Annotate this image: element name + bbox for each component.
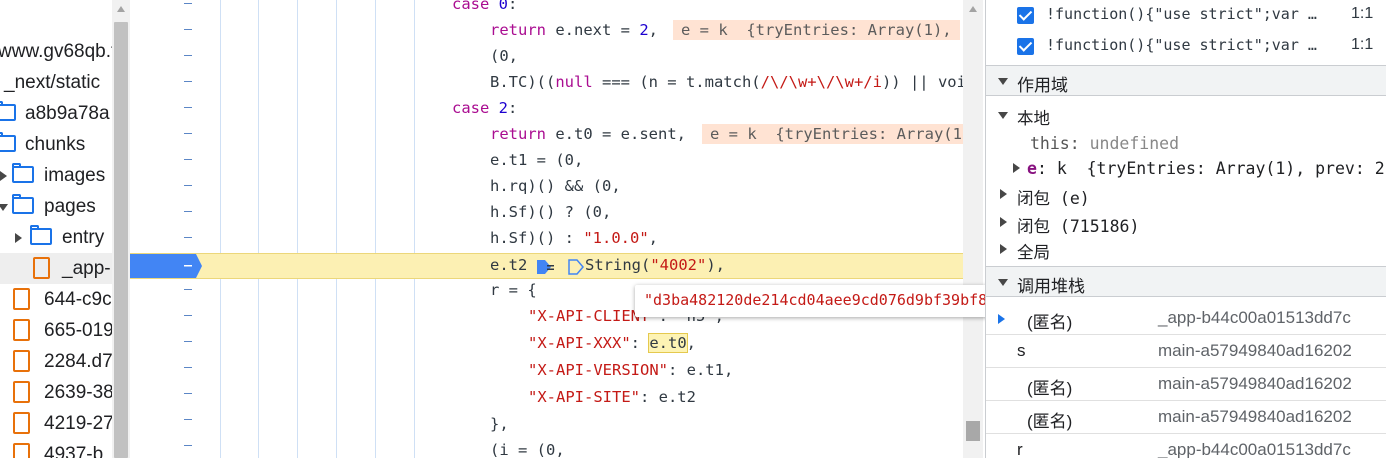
folder-icon [30,225,52,245]
code-line: h.Sf)() : "1.0.0", [490,229,658,247]
code-line: case 0: [452,0,518,13]
step-marker-icon[interactable] [536,259,590,275]
current-frame-arrow-icon [998,314,1005,324]
file-tree-scrollbar[interactable] [112,0,130,458]
expand-arrow-icon[interactable] [1000,217,1007,227]
debugger-sidebar: !function(){"use strict";var … 1:1 !func… [985,0,1386,458]
code-line: (i = (0, [490,441,565,458]
file-icon [13,288,30,310]
call-frame[interactable]: s main-a57949840ad16202 [986,335,1386,368]
folder-icon [12,163,34,183]
code-line: h.rq)() && (0, [490,177,621,195]
code-line: h.Sf)() ? (0, [490,203,612,221]
call-frame[interactable]: r _app-b44c00a01513dd7c [986,434,1386,458]
file-navigator: www.gv68qb.t _next/static a8b9a78a chunk… [0,0,113,458]
scope-var-e[interactable]: e: k {tryEntries: Array(1), prev: 2, [986,155,1386,182]
code-line: }, [490,415,509,433]
code-line: return e.t0 = e.sent, e = k {tryEntries:… [130,121,963,147]
call-frame[interactable]: (匿名) main-a57949840ad16202 [986,368,1386,401]
code-line: e.t1 = (0, [490,151,584,169]
code-line: "X-API-VERSION": e.t1, [528,361,734,379]
scroll-up-arrow-icon[interactable] [117,6,125,12]
expand-arrow-icon[interactable] [1013,163,1020,173]
collapse-arrow-icon[interactable] [0,204,8,211]
collapse-arrow-icon [998,112,1008,119]
expand-arrow-icon[interactable] [1000,244,1007,254]
scope-closure[interactable]: 闭包 (e) [986,181,1386,208]
call-frame[interactable]: (匿名) main-a57949840ad16202 [986,401,1386,434]
breakpoint-checkbox[interactable] [1017,38,1034,55]
code-line-current: e.t2 String("4002"), [490,256,725,275]
code-line: "X-API-SITE": e.t2 [528,388,696,406]
expand-arrow-icon[interactable] [15,233,22,243]
scrollbar-thumb[interactable] [966,421,980,441]
breakpoint-item[interactable]: !function(){"use strict";var … 1:1 [986,0,1386,31]
code-line: "X-API-XXX": e.t0, [528,333,696,353]
scope-global[interactable]: 全局 [986,236,1386,263]
collapse-arrow-icon [998,78,1008,85]
expand-arrow-icon[interactable] [1000,189,1007,199]
code-line: return e.next = 2, e = k {tryEntries: Ar… [130,17,963,43]
collapse-arrow-icon [998,279,1008,286]
file-icon [13,412,30,434]
folder-icon [0,132,16,152]
breakpoint-checkbox[interactable] [1017,7,1034,24]
scrollbar-thumb[interactable] [114,22,128,458]
scope-local[interactable]: 本地 [986,102,1386,129]
file-icon [13,350,30,372]
breakpoint-item[interactable]: !function(){"use strict";var … 1:1 [986,31,1386,62]
code-line: (0, [490,47,518,65]
scope-closure[interactable]: 闭包 (715186) [986,209,1386,236]
scope-section-header[interactable]: 作用域 [986,65,1386,96]
file-icon [13,443,30,458]
file-icon [33,257,50,279]
source-editor[interactable]: case 0: return e.next = 2, e = k {tryEnt… [130,0,963,458]
editor-scrollbar[interactable] [963,0,983,458]
scope-var-this: this: undefined [1030,134,1180,153]
call-stack-section-header[interactable]: 调用堆栈 [986,266,1386,297]
scroll-up-arrow-icon[interactable] [969,6,977,12]
expand-arrow-icon[interactable] [0,171,7,181]
file-icon [13,319,30,341]
file-icon [13,381,30,403]
code-line: case 2: [452,99,518,117]
folder-icon [0,101,16,121]
tree-item-file-app[interactable]: _app- [0,253,112,284]
code-line: B.TC)((null === (n = t.match(/\/\w+\/\w+… [490,73,963,91]
folder-icon [12,194,34,214]
call-frame[interactable]: (匿名) _app-b44c00a01513dd7c [986,302,1386,335]
